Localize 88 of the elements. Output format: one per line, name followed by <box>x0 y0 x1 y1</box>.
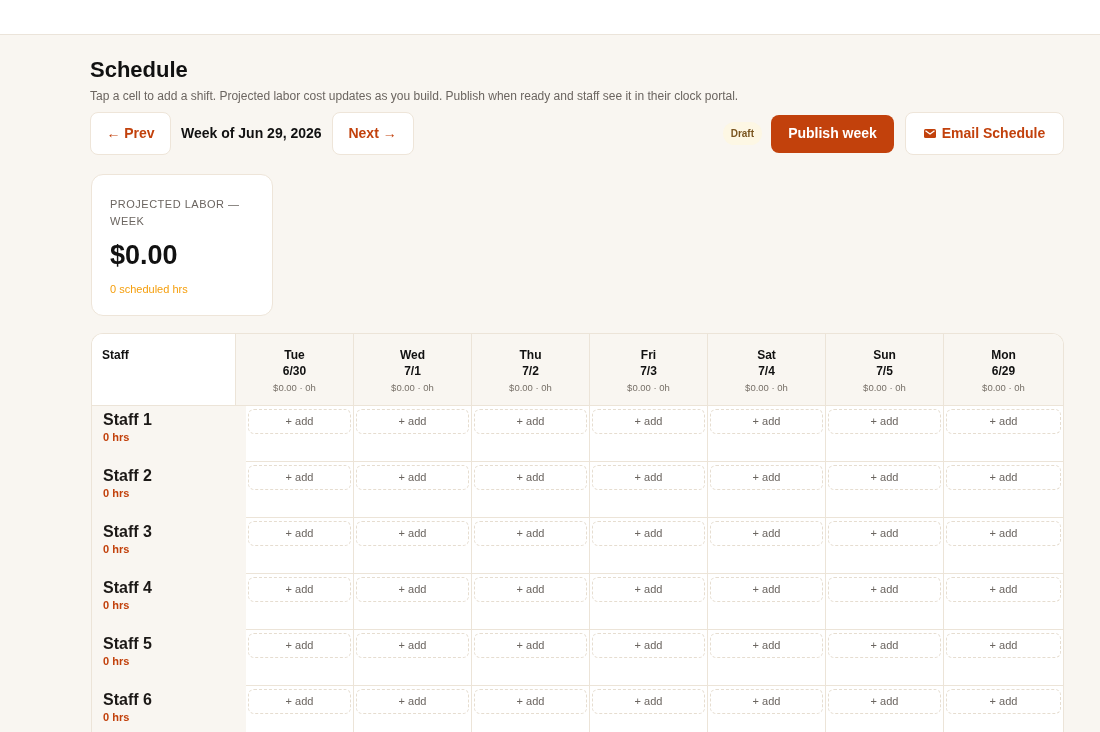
add-shift-button[interactable]: + add <box>474 632 587 658</box>
add-shift-button[interactable]: + add <box>828 632 941 658</box>
card-label: PROJECTED LABOR — WEEK <box>110 197 241 229</box>
add-shift-button[interactable]: + add <box>474 464 587 490</box>
add-shift-button[interactable]: + add <box>710 632 823 658</box>
next-week-button[interactable]: Next → <box>331 112 414 155</box>
add-shift-button[interactable]: + add <box>248 464 351 490</box>
add-shift-button[interactable]: + add <box>710 576 823 602</box>
add-shift-button[interactable]: + add <box>946 688 1061 714</box>
add-shift-button[interactable]: + add <box>474 576 587 602</box>
day-date: 7/5 <box>876 363 893 379</box>
add-shift-button[interactable]: + add <box>710 464 823 490</box>
add-shift-button[interactable]: + add <box>474 688 587 714</box>
add-shift-button[interactable]: + add <box>828 688 941 714</box>
staff-name: Staff 3 <box>103 522 152 542</box>
add-shift-button[interactable]: + add <box>946 408 1061 434</box>
day-date: 6/29 <box>991 363 1016 379</box>
add-shift-button[interactable]: + add <box>592 688 705 714</box>
day-totals: $0.00 · 0h <box>509 381 552 394</box>
add-shift-button[interactable]: + add <box>592 464 705 490</box>
add-shift-button[interactable]: + add <box>592 632 705 658</box>
add-shift-button[interactable]: + add <box>828 520 941 546</box>
add-shift-button[interactable]: + add <box>248 408 351 434</box>
prev-week-button[interactable]: ← Prev <box>90 112 171 155</box>
add-shift-button[interactable]: + add <box>592 408 705 434</box>
day-totals: $0.00 · 0h <box>863 381 906 394</box>
add-shift-button[interactable]: + add <box>248 576 351 602</box>
staff-name: Staff 6 <box>103 690 152 710</box>
add-shift-button[interactable]: + add <box>592 520 705 546</box>
labor-cost-value: $0.00 <box>110 239 179 272</box>
add-shift-button[interactable]: + add <box>592 576 705 602</box>
day-name: Sun <box>873 347 896 363</box>
day-name: Tue <box>284 347 305 363</box>
envelope-icon <box>923 129 936 138</box>
add-shift-button[interactable]: + add <box>946 632 1061 658</box>
add-shift-button[interactable]: + add <box>946 576 1061 602</box>
day-totals: $0.00 · 0h <box>391 381 434 394</box>
add-shift-button[interactable]: + add <box>356 688 469 714</box>
add-shift-button[interactable]: + add <box>710 688 823 714</box>
day-name: Thu <box>519 347 542 363</box>
staff-hours: 0 hrs <box>103 654 130 669</box>
status-badge: Draft <box>722 122 762 145</box>
staff-hours: 0 hrs <box>103 430 130 445</box>
add-shift-button[interactable]: + add <box>828 408 941 434</box>
add-shift-button[interactable]: + add <box>356 408 469 434</box>
day-totals: $0.00 · 0h <box>627 381 670 394</box>
staff-column-header: Staff <box>92 334 236 405</box>
add-shift-button[interactable]: + add <box>248 520 351 546</box>
day-date: 7/4 <box>758 363 775 379</box>
day-name: Fri <box>640 347 657 363</box>
staff-hours: 0 hrs <box>103 542 130 557</box>
add-shift-button[interactable]: + add <box>356 632 469 658</box>
add-shift-button[interactable]: + add <box>710 520 823 546</box>
day-totals: $0.00 · 0h <box>273 381 316 394</box>
add-shift-button[interactable]: + add <box>946 520 1061 546</box>
add-shift-button[interactable]: + add <box>828 464 941 490</box>
staff-hours: 0 hrs <box>103 486 130 501</box>
add-shift-button[interactable]: + add <box>356 520 469 546</box>
page-title: Schedule <box>90 56 189 84</box>
add-shift-button[interactable]: + add <box>474 408 587 434</box>
day-name: Mon <box>991 347 1016 363</box>
day-totals: $0.00 · 0h <box>745 381 788 394</box>
staff-name: Staff 5 <box>103 634 152 654</box>
page-subtitle: Tap a cell to add a shift. Projected labor cost updates as you build. Publish when ready and staff see it in their clock portal. <box>90 88 740 104</box>
day-date: 7/2 <box>522 363 539 379</box>
day-date: 7/3 <box>640 363 657 379</box>
add-shift-button[interactable]: + add <box>474 520 587 546</box>
day-name: Wed <box>399 347 426 363</box>
email-schedule-button[interactable]: Email Schedule <box>905 112 1064 155</box>
staff-name: Staff 1 <box>103 410 152 430</box>
add-shift-button[interactable]: + add <box>248 632 351 658</box>
add-shift-button[interactable]: + add <box>356 576 469 602</box>
staff-name: Staff 4 <box>103 578 152 598</box>
add-shift-button[interactable]: + add <box>356 464 469 490</box>
day-name: Sat <box>757 347 776 363</box>
week-label: Week of Jun 29, 2026 <box>181 124 322 143</box>
publish-week-button[interactable]: Publish week <box>771 114 894 153</box>
add-shift-button[interactable]: + add <box>946 464 1061 490</box>
add-shift-button[interactable]: + add <box>248 688 351 714</box>
staff-hours: 0 hrs <box>103 598 130 613</box>
staff-name: Staff 2 <box>103 466 152 486</box>
add-shift-button[interactable]: + add <box>828 576 941 602</box>
day-totals: $0.00 · 0h <box>982 381 1025 394</box>
scheduled-hours-text: 0 scheduled hrs <box>110 282 189 297</box>
staff-hours: 0 hrs <box>103 710 130 725</box>
add-shift-button[interactable]: + add <box>710 408 823 434</box>
day-date: 7/1 <box>404 363 421 379</box>
day-date: 6/30 <box>282 363 307 379</box>
